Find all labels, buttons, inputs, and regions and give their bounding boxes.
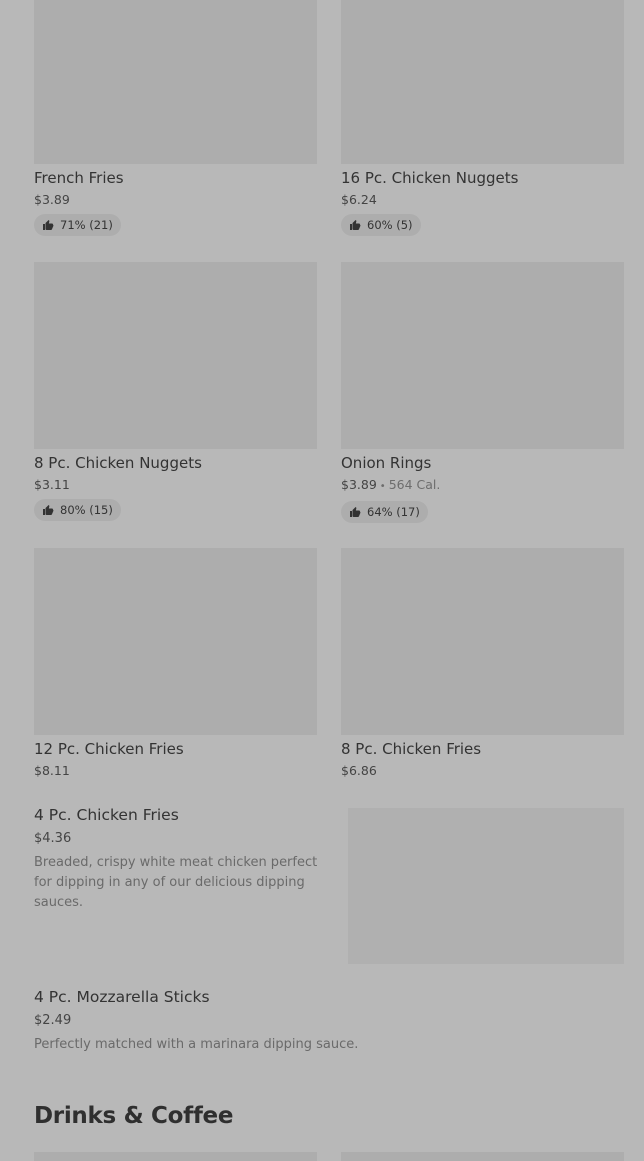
thumbs-up-icon bbox=[43, 505, 54, 515]
menu-item-card[interactable]: Onion Rings $3.89 • 564 Cal. 64% (17) bbox=[341, 262, 624, 548]
item-name: 12 Pc. Chicken Fries bbox=[34, 740, 184, 758]
item-price: $3.89 bbox=[34, 192, 70, 207]
item-image[interactable] bbox=[341, 1152, 624, 1161]
rating-text: 71% (21) bbox=[60, 218, 113, 232]
rating-badge: 60% (5) bbox=[341, 214, 421, 236]
item-calories: 564 Cal. bbox=[388, 477, 441, 492]
rating-badge: 64% (17) bbox=[341, 501, 428, 523]
item-price: $3.11 bbox=[34, 477, 70, 492]
rating-badge: 71% (21) bbox=[34, 214, 121, 236]
rating-text: 60% (5) bbox=[367, 218, 413, 232]
menu-item-card[interactable]: 12 Pc. Chicken Fries $8.11 bbox=[34, 548, 317, 808]
rating-text: 80% (15) bbox=[60, 503, 113, 517]
item-name: 8 Pc. Chicken Fries bbox=[341, 740, 482, 758]
menu-item-card[interactable]: 8 Pc. Chicken Fries $6.86 bbox=[341, 548, 624, 808]
thumbs-up-icon bbox=[350, 507, 361, 517]
item-price: $3.89 bbox=[341, 477, 377, 492]
menu-item-grid: French Fries $3.89 71% (21) 16 Pc. Chick… bbox=[34, 0, 624, 808]
item-image bbox=[341, 262, 624, 449]
item-name: 4 Pc. Mozzarella Sticks bbox=[34, 988, 210, 1006]
item-name: French Fries bbox=[34, 169, 124, 187]
item-image[interactable] bbox=[34, 1152, 317, 1161]
section-title: Drinks & Coffee bbox=[34, 1103, 234, 1129]
rating-badge: 80% (15) bbox=[34, 499, 121, 521]
item-name: 16 Pc. Chicken Nuggets bbox=[341, 169, 519, 187]
rating-text: 64% (17) bbox=[367, 505, 420, 519]
thumbs-up-icon bbox=[43, 220, 54, 230]
item-image bbox=[34, 262, 317, 449]
item-image bbox=[341, 0, 624, 164]
thumbs-up-icon bbox=[350, 220, 361, 230]
item-image bbox=[34, 548, 317, 735]
item-image[interactable] bbox=[348, 808, 624, 964]
item-price-line: $3.89 • 564 Cal. bbox=[341, 476, 624, 496]
menu-item-card[interactable]: French Fries $3.89 71% (21) bbox=[34, 0, 317, 262]
menu-item-card[interactable]: 8 Pc. Chicken Nuggets $3.11 80% (15) bbox=[34, 262, 317, 548]
menu-list-item[interactable]: 4 Pc. Mozzarella Sticks $2.49 Perfectly … bbox=[34, 987, 624, 1055]
item-price: $8.11 bbox=[34, 763, 70, 778]
menu-item-card[interactable]: 16 Pc. Chicken Nuggets $6.24 60% (5) bbox=[341, 0, 624, 262]
item-description: Perfectly matched with a marinara dippin… bbox=[34, 1037, 359, 1052]
item-price: $6.86 bbox=[341, 763, 377, 778]
item-price: $2.49 bbox=[34, 1013, 72, 1028]
item-price: $6.24 bbox=[341, 192, 377, 207]
item-image bbox=[34, 0, 317, 164]
item-image bbox=[341, 548, 624, 735]
item-description: Breaded, crispy white meat chicken perfe… bbox=[34, 855, 318, 910]
item-name: Onion Rings bbox=[341, 454, 432, 472]
separator-dot: • bbox=[379, 481, 386, 492]
item-name: 8 Pc. Chicken Nuggets bbox=[34, 454, 202, 472]
